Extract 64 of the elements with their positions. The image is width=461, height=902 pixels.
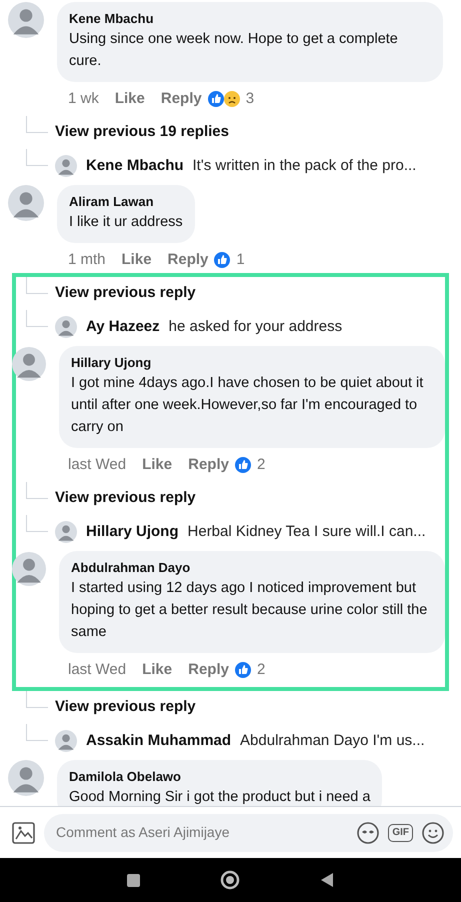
author-name[interactable]: Abdulrahman Dayo (71, 559, 433, 577)
reply-text[interactable]: Herbal Kidney Tea I sure will.I can... (188, 520, 426, 544)
timestamp: last Wed (68, 660, 126, 680)
back-icon[interactable] (320, 872, 334, 888)
avatar[interactable] (55, 521, 77, 543)
thread-connector (26, 116, 48, 132)
author-name[interactable]: Ay Hazeez (86, 316, 160, 338)
reaction-count: 2 (256, 454, 266, 475)
author-name[interactable]: Aliram Lawan (69, 193, 183, 211)
author-name[interactable]: Damilola Obelawo (69, 768, 370, 786)
author-name[interactable]: Kene Mbachu (86, 154, 184, 178)
placeholder-text: Comment as Aseri Ajimijaye (56, 823, 231, 842)
comment-text: Using since one week now. Hope to get a complete cure. (69, 30, 399, 71)
like-link[interactable]: Like (114, 88, 145, 110)
emoji-icon[interactable] (421, 820, 445, 844)
view-replies-link[interactable]: View previous reply (55, 282, 196, 305)
author-name[interactable]: Kene Mbachu (69, 10, 431, 28)
reply-link[interactable]: Reply (188, 658, 229, 682)
like-link[interactable]: Like (122, 248, 152, 272)
thread-connector (26, 515, 48, 532)
reaction-count: 3 (246, 88, 254, 109)
view-replies-link[interactable]: View previous 19 replies (55, 121, 229, 144)
comment-text: Good Morning Sir i got the product but i need a (69, 788, 370, 806)
avatar[interactable] (8, 2, 44, 38)
author-name[interactable]: Hillary Ujong (86, 520, 179, 544)
thread-connector (26, 149, 48, 166)
author-name[interactable]: Hillary Ujong (71, 354, 433, 372)
like-link[interactable]: Like (142, 658, 172, 682)
reply-text[interactable]: It's written in the pack of the pro... (192, 154, 416, 178)
sticker-icon[interactable] (356, 820, 380, 844)
photo-icon[interactable] (10, 820, 36, 844)
timestamp: 1 wk (68, 88, 99, 109)
reply-text[interactable]: Abdulrahman Dayo I'm us... (240, 730, 425, 752)
reply-link[interactable]: Reply (160, 88, 202, 110)
comment-text: I like it ur address (69, 213, 183, 232)
thread-connector (26, 310, 48, 327)
recent-apps-icon[interactable] (127, 874, 140, 886)
like-link[interactable]: Like (142, 454, 172, 476)
reply-text[interactable]: he asked for your address (168, 316, 342, 338)
avatar[interactable] (8, 760, 44, 796)
author-name[interactable]: Assakin Muhammad (86, 730, 232, 752)
thread-connector (26, 724, 48, 741)
reply-link[interactable]: Reply (188, 454, 229, 476)
avatar[interactable] (8, 185, 44, 221)
avatar[interactable] (12, 551, 46, 587)
timestamp: last Wed (68, 454, 126, 475)
view-replies-link[interactable]: View previous reply (55, 487, 196, 510)
view-replies-link[interactable]: View previous reply (55, 696, 196, 719)
comment-field[interactable]: Comment as Aseri Ajimijaye GIF (44, 814, 453, 852)
reply-link[interactable]: Reply (168, 248, 208, 272)
thread-connector (26, 691, 48, 708)
reaction-count: 1 (236, 250, 245, 270)
thread-connector (26, 277, 48, 294)
thread-connector (26, 482, 48, 498)
home-icon[interactable] (220, 870, 240, 890)
avatar[interactable] (55, 155, 77, 177)
avatar[interactable] (12, 346, 46, 382)
gif-button[interactable]: GIF (388, 824, 413, 842)
comment-text: I got mine 4days ago.I have chosen to be quiet about it until after one week.However,so far I'm encouraged to carry on (71, 374, 424, 437)
comment-text: I started using 12 days ago I noticed improvement but hoping to get a better result because urine color still the same (71, 579, 428, 642)
avatar[interactable] (55, 730, 77, 752)
reaction-count: 2 (256, 660, 266, 680)
avatar[interactable] (55, 316, 77, 338)
timestamp: 1 mth (68, 250, 106, 270)
